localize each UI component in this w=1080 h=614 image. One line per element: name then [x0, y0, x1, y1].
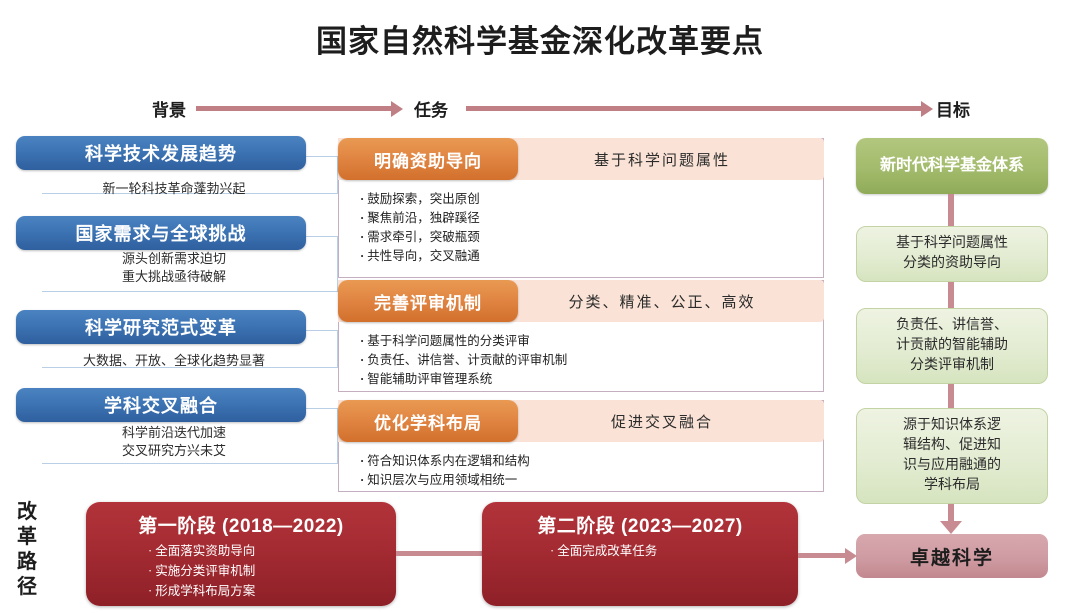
- page-title: 国家自然科学基金深化改革要点: [316, 24, 764, 59]
- background-heading-2[interactable]: 国家需求与全球挑战: [16, 216, 306, 250]
- goal-connector-2: [948, 282, 954, 308]
- background-heading-1[interactable]: 科学技术发展趋势: [16, 136, 306, 170]
- task-bullets-3: 符合知识体系内在逻辑和结构 知识层次与应用领域相统一: [360, 452, 530, 490]
- final-outcome-box[interactable]: 卓越科学: [856, 534, 1048, 578]
- goal-item-2-line-2: 计贡献的智能辅助: [896, 338, 1008, 353]
- background-heading-4[interactable]: 学科交叉融合: [16, 388, 306, 422]
- background-heading-3[interactable]: 科学研究范式变革: [16, 310, 306, 344]
- diagram-canvas: 国家自然科学基金深化改革要点 背景 任务 目标 科学技术发展趋势 新一轮科技革命…: [0, 0, 1080, 614]
- goal-item-3[interactable]: 源于知识体系逻 辑结构、促进知 识与应用融通的 学科布局: [856, 408, 1048, 504]
- task-banner-3: 促进交叉融合: [610, 414, 713, 431]
- reform-path-char-2: 革: [17, 526, 37, 548]
- goal-item-3-line-1: 源于知识体系逻: [903, 418, 1001, 433]
- arrow-stage2-to-final: [798, 547, 857, 564]
- background-detail-1: 新一轮科技革命蓬勃兴起: [102, 181, 246, 196]
- goal-item-2[interactable]: 负责任、讲信誉、 计贡献的智能辅助 分类评审机制: [856, 308, 1048, 384]
- reform-path-char-1: 改: [17, 501, 37, 523]
- goal-item-3-line-2: 辑结构、促进知: [903, 438, 1001, 453]
- background-detail-3: 大数据、开放、全球化趋势显著: [82, 353, 265, 368]
- goal-head-box[interactable]: 新时代科学 基金体系: [856, 138, 1048, 194]
- stage-2-bullets: 全面完成改革任务: [482, 541, 798, 561]
- task-heading-3[interactable]: 优化学科布局: [338, 400, 518, 442]
- goal-item-1-line-1: 基于科学问题属性: [896, 236, 1008, 251]
- header-label-task: 任务: [414, 101, 448, 120]
- stage-2[interactable]: 第二阶段 (2023—2027) 全面完成改革任务: [482, 502, 798, 606]
- goal-connector-3: [948, 384, 954, 408]
- header-label-goal: 目标: [936, 101, 970, 120]
- task-banner-2: 分类、精准、公正、高效: [568, 294, 756, 311]
- goal-item-2-line-3: 分类评审机制: [910, 358, 994, 373]
- goal-item-3-line-4: 学科布局: [924, 478, 980, 493]
- stage-1-bullets: 全面落实资助导向 实施分类评审机制 形成学科布局方案: [86, 541, 396, 601]
- header-label-background: 背景: [152, 101, 186, 120]
- task-banner-1: 基于科学问题属性: [593, 152, 730, 169]
- stage-1-title: 第一阶段 (2018—2022): [138, 516, 344, 537]
- arrow-background-to-task: [196, 100, 403, 117]
- reform-path-char-3: 路: [17, 551, 37, 573]
- stage-connector-line: [396, 551, 482, 556]
- goal-item-2-line-1: 负责任、讲信誉、: [896, 318, 1008, 333]
- reform-path-label: 改 革 路 径: [14, 500, 40, 600]
- goal-arrow-down-icon: [940, 504, 962, 534]
- background-detail-2: 源头创新需求迫切 重大挑战亟待破解: [121, 251, 226, 284]
- goal-item-1-line-2: 分类的资助导向: [903, 256, 1001, 271]
- stage-1[interactable]: 第一阶段 (2018—2022) 全面落实资助导向 实施分类评审机制 形成学科布…: [86, 502, 396, 606]
- stage-2-title: 第二阶段 (2023—2027): [537, 516, 743, 537]
- task-heading-1[interactable]: 明确资助导向: [338, 138, 518, 180]
- goal-item-1[interactable]: 基于科学问题属性 分类的资助导向: [856, 226, 1048, 282]
- reform-path-char-4: 径: [17, 576, 37, 598]
- goal-connector-1: [948, 194, 954, 226]
- goal-head-line-1: 新时代科学: [879, 157, 960, 174]
- goal-head-line-2: 基金体系: [960, 157, 1025, 174]
- task-bullets-1: 鼓励探索，突出原创 聚焦前沿，独辟蹊径 需求牵引，突破瓶颈 共性导向，交叉融通: [360, 190, 480, 266]
- task-bullets-2: 基于科学问题属性的分类评审 负责任、讲信誉、计贡献的评审机制 智能辅助评审管理系…: [360, 332, 567, 389]
- goal-item-3-line-3: 识与应用融通的: [903, 458, 1001, 473]
- arrow-task-to-goal: [466, 100, 933, 117]
- background-detail-4: 科学前沿迭代加速 交叉研究方兴未艾: [121, 425, 226, 458]
- task-heading-2[interactable]: 完善评审机制: [338, 280, 518, 322]
